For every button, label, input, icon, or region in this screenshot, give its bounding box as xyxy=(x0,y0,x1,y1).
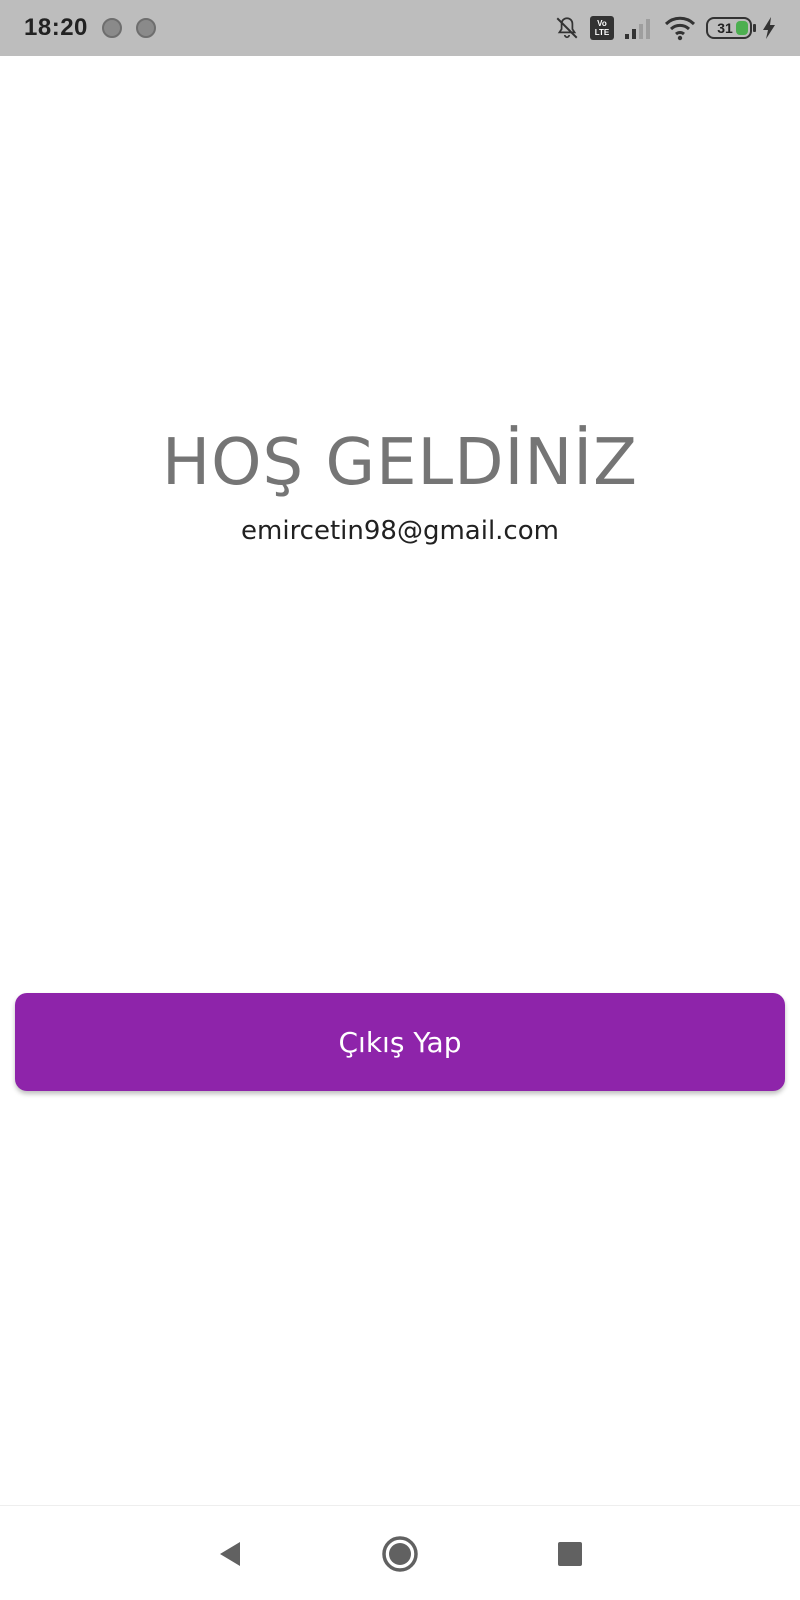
volte-icon: Vo LTE xyxy=(590,16,614,40)
notification-dot-icon xyxy=(101,18,122,38)
battery-icon: 31 xyxy=(706,17,756,39)
status-right: Vo LTE 31 xyxy=(554,15,776,41)
volte-top-text: Vo xyxy=(597,19,607,28)
battery-fill xyxy=(736,21,748,35)
recents-icon[interactable] xyxy=(545,1529,595,1579)
volte-bottom-text: LTE xyxy=(594,28,610,37)
wifi-icon xyxy=(664,15,696,41)
user-email: emircetin98@gmail.com xyxy=(241,516,559,546)
back-icon[interactable] xyxy=(205,1529,255,1579)
signal-icon xyxy=(624,16,654,40)
notification-dot-icon xyxy=(135,18,156,38)
logout-button[interactable]: Çıkış Yap xyxy=(15,993,785,1091)
navigation-bar xyxy=(0,1505,800,1600)
battery-level: 31 xyxy=(717,20,733,36)
welcome-title: HOŞ GELDİNİZ xyxy=(162,426,638,500)
home-icon[interactable] xyxy=(375,1529,425,1579)
battery-cap xyxy=(753,24,756,32)
status-left: 18:20 xyxy=(24,14,156,42)
charging-icon xyxy=(762,16,776,40)
app-screen: 18:20 Vo LTE 31 HOŞ GELDİNİZ emircetin98… xyxy=(0,0,800,1600)
status-clock: 18:20 xyxy=(24,14,88,41)
notifications-off-icon xyxy=(554,15,580,41)
status-bar: 18:20 Vo LTE 31 xyxy=(0,0,800,56)
